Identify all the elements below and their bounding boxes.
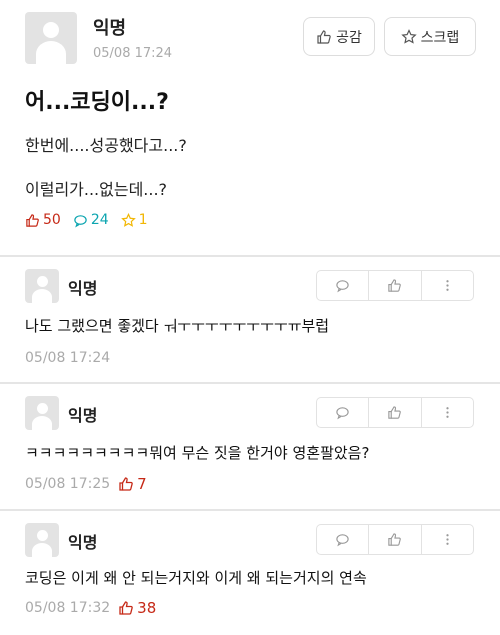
comment-like-count-value: 38 [137, 599, 157, 617]
comment-like-count: 38 [118, 599, 156, 617]
star-icon [400, 28, 417, 44]
speech-bubble-icon [336, 280, 349, 293]
scrap-button-label: 스크랩 [420, 29, 460, 46]
post-avatar [25, 12, 77, 64]
comment-avatar [25, 269, 59, 303]
more-options-button[interactable] [422, 271, 473, 300]
comment-count: 24 [73, 212, 109, 228]
post-body-line: 이럴리가...없는데...? [25, 180, 168, 199]
comment-meta: 05/08 17:25 7 [25, 475, 147, 493]
comment-timestamp: 05/08 17:25 [25, 476, 111, 492]
comment-avatar [25, 523, 59, 557]
comment-like-button[interactable] [369, 271, 422, 300]
comment-like-count-value: 7 [137, 475, 147, 493]
comment-meta: 05/08 17:32 38 [25, 599, 156, 617]
thumbs-up-icon [26, 213, 39, 227]
scrap-count-value: 1 [138, 212, 148, 228]
comment-meta: 05/08 17:24 [25, 350, 110, 366]
more-options-button[interactable] [422, 525, 473, 554]
like-button-label: 공감 [336, 29, 362, 46]
post-body-line: 한번에....성공했다고...? [25, 136, 187, 155]
scrap-button[interactable]: 스크랩 [384, 17, 476, 56]
speech-bubble-icon [336, 534, 349, 547]
more-vertical-icon [446, 534, 449, 545]
comment-count-value: 24 [90, 212, 109, 228]
post: 익명 05/08 17:24 공감 스크랩 어...코딩이...? 한번에...… [0, 0, 500, 255]
more-vertical-icon [446, 280, 449, 291]
reply-button[interactable] [317, 525, 370, 554]
scrap-count: 1 [120, 212, 148, 228]
comment-author: 익명 [68, 279, 98, 298]
speech-bubble-icon [74, 214, 87, 227]
comment-like-count: 7 [118, 475, 147, 493]
thumbs-up-icon [119, 477, 133, 491]
comment-actions [316, 270, 474, 301]
post-timestamp: 05/08 17:24 [93, 46, 173, 61]
comment: 익명 나도 그랬으면 좋겠다 ㅝㅜㅜㅜㅜㅜㅜㅜㅜㅠ부럽 05/08 17:24 [0, 257, 500, 382]
thumbs-up-icon [317, 29, 331, 44]
comment-like-button[interactable] [369, 525, 422, 554]
thumbs-up-icon [388, 279, 402, 292]
like-count: 50 [25, 212, 61, 228]
like-count-value: 50 [43, 212, 61, 228]
comment-timestamp: 05/08 17:24 [25, 350, 111, 366]
comment: 익명 코딩은 이게 왜 안 되는거지와 이게 왜 되는거지의 연속 05/08 … [0, 511, 500, 635]
comment-author: 익명 [68, 406, 98, 425]
comment-like-button[interactable] [369, 398, 422, 427]
thumbs-up-icon [119, 601, 133, 615]
post-author: 익명 [93, 18, 127, 39]
reply-button[interactable] [317, 271, 370, 300]
star-icon [120, 212, 136, 227]
comment-text: 코딩은 이게 왜 안 되는거지와 이게 왜 되는거지의 연속 [25, 569, 367, 587]
reply-button[interactable] [317, 398, 370, 427]
thumbs-up-icon [388, 533, 402, 546]
post-stats: 50 24 1 [25, 212, 148, 228]
post-title: 어...코딩이...? [25, 90, 169, 115]
speech-bubble-icon [336, 407, 349, 420]
comment-avatar [25, 396, 59, 430]
more-options-button[interactable] [422, 398, 473, 427]
comment-actions [316, 397, 474, 428]
thumbs-up-icon [388, 406, 402, 419]
comment-text: ㅋㅋㅋㅋㅋㅋㅋㅋㅋ뭐여 무슨 짓을 한거야 영혼팔았음? [25, 444, 370, 462]
comment-timestamp: 05/08 17:32 [25, 600, 111, 616]
comment-text: 나도 그랬으면 좋겠다 ㅝㅜㅜㅜㅜㅜㅜㅜㅜㅠ부럽 [25, 317, 330, 335]
comment-author: 익명 [68, 533, 98, 552]
comment: 익명 ㅋㅋㅋㅋㅋㅋㅋㅋㅋ뭐여 무슨 짓을 한거야 영혼팔았음? 05/08 17… [0, 384, 500, 509]
comment-actions [316, 524, 474, 555]
more-vertical-icon [446, 407, 449, 418]
like-button[interactable]: 공감 [303, 17, 375, 56]
